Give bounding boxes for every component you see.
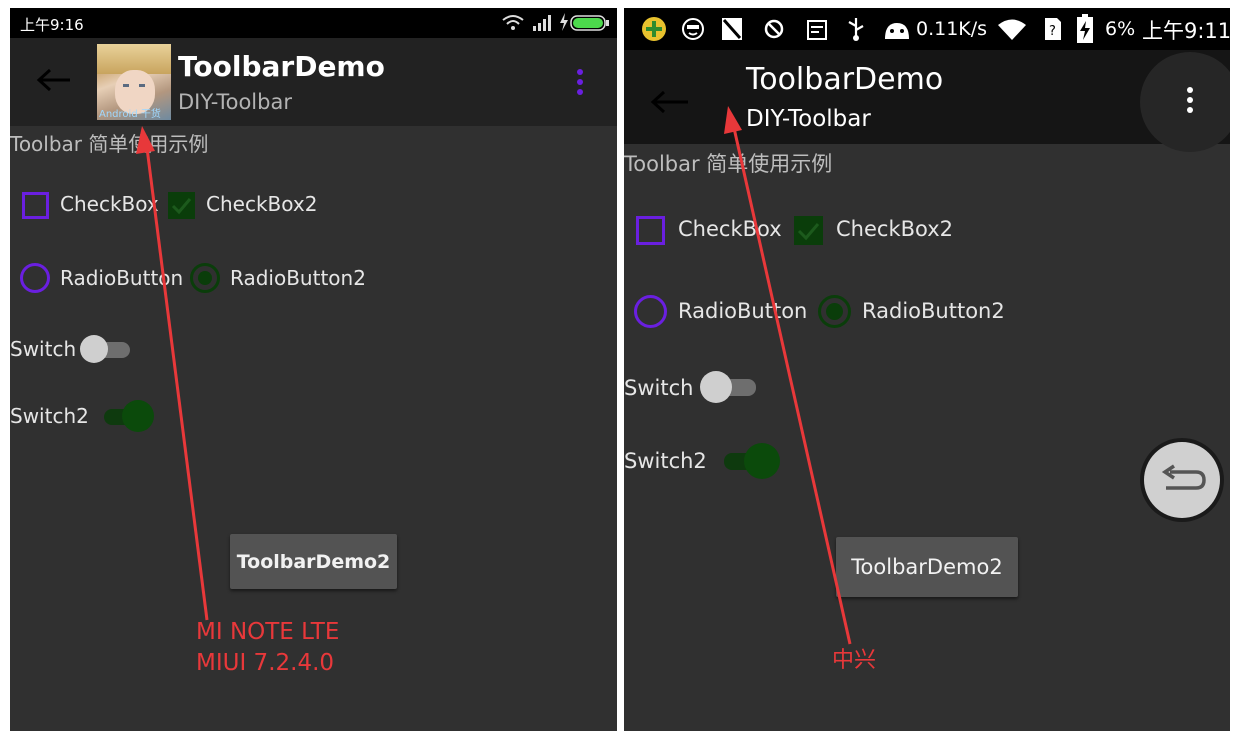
right-phone-screenshot: 0.11K/s ? 6% 上午9:11 ToolbarDemo DIY-Tool… [624,8,1230,731]
annotation-arrow [136,126,209,621]
annotation-arrow [724,106,852,645]
left-phone-screenshot: 上午9:16 Android 干货 ToolbarDemo DIY-Toolba… [10,8,617,731]
